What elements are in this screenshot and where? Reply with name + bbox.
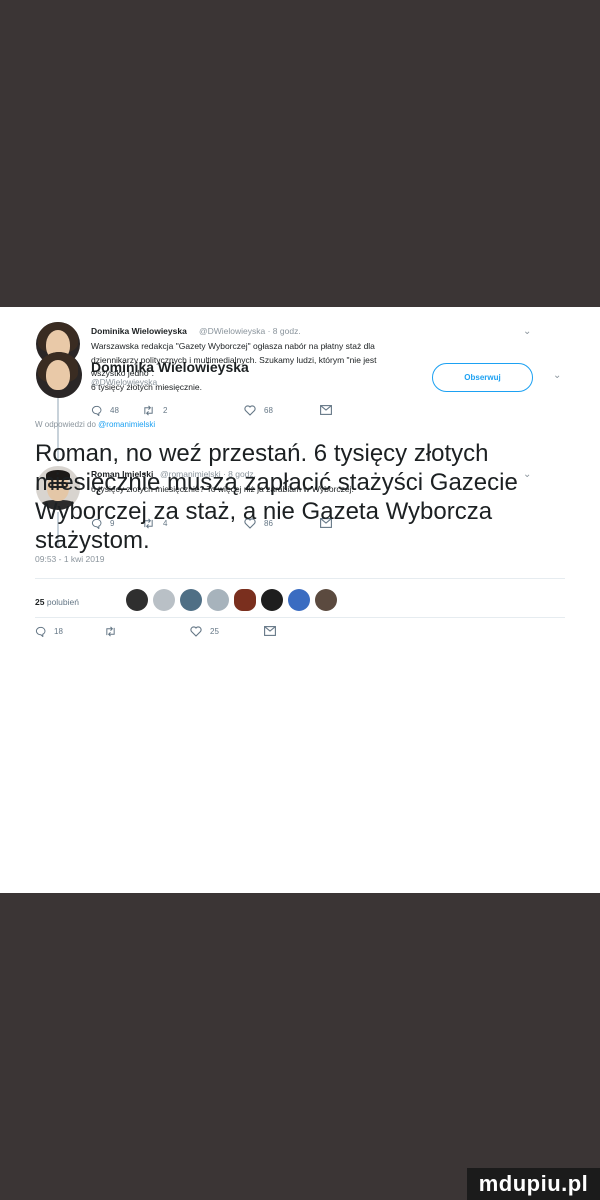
- like-count: 68: [264, 406, 273, 415]
- reply-icon: [91, 405, 102, 416]
- liker-avatar[interactable]: [153, 589, 175, 611]
- dm-button[interactable]: [264, 626, 276, 636]
- main-author-name[interactable]: Dominika Wielowieyska: [91, 359, 249, 375]
- liker-avatar[interactable]: [261, 589, 283, 611]
- like-button[interactable]: 68: [244, 405, 273, 416]
- reply-context: W odpowiedzi do @romanimielski: [35, 420, 155, 429]
- liker-avatar[interactable]: [288, 589, 310, 611]
- liker-avatar[interactable]: [315, 589, 337, 611]
- heart-icon: [244, 405, 256, 416]
- like-count: 25: [210, 627, 219, 636]
- main-author-avatar[interactable]: [36, 352, 82, 398]
- heart-icon: [190, 626, 202, 637]
- message-icon: [264, 626, 276, 636]
- message-icon: [320, 405, 332, 415]
- reply-count: 48: [110, 406, 119, 415]
- retweet-icon: [144, 405, 153, 416]
- liker-avatar[interactable]: [207, 589, 229, 611]
- likes-summary[interactable]: 25 polubień: [35, 597, 79, 607]
- liker-avatar[interactable]: [126, 589, 148, 611]
- reply-count: 18: [54, 627, 63, 636]
- reply-button[interactable]: 48: [91, 405, 119, 416]
- retweet-icon: [106, 626, 115, 637]
- divider: [35, 578, 565, 579]
- follow-button[interactable]: Obserwuj: [432, 363, 533, 392]
- chevron-down-icon[interactable]: ⌄: [553, 370, 561, 381]
- retweet-button[interactable]: 2: [142, 405, 167, 416]
- author-name[interactable]: Dominika Wielowieyska: [91, 326, 187, 336]
- reply-mention-link[interactable]: @romanimielski: [98, 420, 155, 429]
- retweet-count: 2: [163, 406, 168, 415]
- liker-avatar[interactable]: [234, 589, 256, 611]
- likes-number: 25: [35, 597, 45, 607]
- likes-label: polubień: [46, 597, 79, 607]
- reply-button[interactable]: 18: [35, 626, 63, 637]
- reply-prefix: W odpowiedzi do: [35, 420, 96, 429]
- retweet-button[interactable]: [104, 626, 117, 637]
- author-handle-time[interactable]: @DWielowieyska · 8 godz.: [199, 326, 301, 336]
- reply-icon: [35, 626, 46, 637]
- main-author-handle[interactable]: @DWielowieyska: [91, 377, 157, 387]
- tweet-timestamp[interactable]: 09:53 - 1 kwi 2019: [35, 554, 104, 564]
- dm-button[interactable]: [320, 405, 332, 415]
- main-tweet-text: Roman, no weź przestań. 6 tysięcy złotyc…: [35, 440, 518, 554]
- like-button[interactable]: 25: [190, 626, 219, 637]
- chevron-down-icon[interactable]: ⌄: [523, 326, 531, 337]
- site-watermark: mdupiu.pl: [467, 1168, 600, 1200]
- liker-avatar[interactable]: [180, 589, 202, 611]
- divider: [35, 617, 565, 618]
